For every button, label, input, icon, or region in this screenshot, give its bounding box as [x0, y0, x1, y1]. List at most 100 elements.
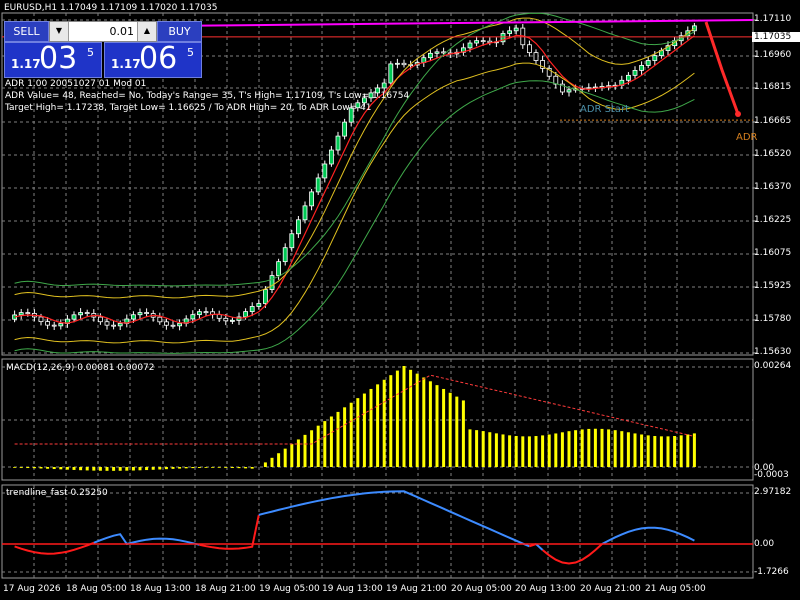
- candle-body: [249, 306, 255, 312]
- macd-histogram-bar: [211, 467, 215, 468]
- candle-body: [144, 312, 150, 314]
- chevron-down-icon[interactable]: ▼: [50, 22, 69, 41]
- macd-histogram-bar: [329, 416, 333, 467]
- adr-info-line-1: ADR 1.00 20051027 01 Mod 01: [5, 79, 147, 89]
- time-tick-label: 19 Aug 13:00: [322, 584, 383, 594]
- macd-histogram-bar: [184, 467, 188, 469]
- macd-histogram-bar: [118, 467, 122, 471]
- macd-histogram-bar: [270, 457, 274, 467]
- candle-body: [51, 324, 57, 327]
- candle-body: [645, 60, 651, 66]
- macd-label: MACD(12,26,9) 0.00081 0.00072: [6, 363, 155, 373]
- candle-body: [157, 316, 163, 323]
- candle-body: [467, 42, 473, 49]
- candle-body: [527, 44, 532, 54]
- macd-histogram-bar: [640, 434, 644, 467]
- candle-body: [342, 121, 348, 137]
- macd-histogram-bar: [356, 398, 360, 467]
- candle-body: [434, 51, 440, 54]
- macd-histogram-bar: [541, 435, 545, 467]
- trendline-label: trendline_fast 0.25250: [6, 488, 108, 498]
- candle-body: [322, 163, 328, 179]
- candle-body: [289, 233, 295, 249]
- candle-body: [190, 314, 196, 320]
- ask-price-pip: 5: [187, 46, 194, 59]
- candle-body: [229, 320, 235, 322]
- lot-size-stepper[interactable]: ▼ ▲: [49, 21, 157, 42]
- price-tick-label: 1.17035: [752, 32, 800, 42]
- candle-body: [507, 30, 513, 34]
- macd-histogram-bar: [633, 433, 637, 467]
- macd-histogram-bar: [204, 467, 208, 468]
- candle-body: [117, 323, 123, 327]
- macd-histogram-bar: [508, 435, 512, 467]
- macd-histogram-bar: [26, 467, 30, 469]
- chevron-up-icon[interactable]: ▲: [137, 22, 156, 41]
- macd-histogram-bar: [310, 430, 314, 467]
- sell-button[interactable]: SELL: [4, 21, 49, 42]
- macd-histogram-bar: [343, 407, 347, 467]
- time-tick-label: 18 Aug 21:00: [195, 584, 256, 594]
- macd-histogram-bar: [409, 369, 413, 467]
- candle-body: [626, 74, 631, 81]
- macd-histogram-bar: [13, 467, 17, 468]
- candle-body: [38, 316, 44, 323]
- ask-price-main: 06: [139, 41, 178, 76]
- macd-histogram-bar: [574, 430, 578, 467]
- candle-body: [652, 55, 658, 61]
- lot-size-input[interactable]: [70, 23, 136, 39]
- macd-histogram-bar: [620, 431, 624, 467]
- macd-histogram-bar: [382, 379, 386, 467]
- macd-histogram-bar: [52, 467, 56, 470]
- macd-histogram-bar: [197, 467, 201, 468]
- candle-body: [111, 324, 116, 327]
- buy-button[interactable]: BUY: [157, 21, 202, 42]
- price-tick-label: 1.16370: [754, 182, 792, 192]
- macd-histogram-bar: [263, 462, 267, 467]
- macd-histogram-bar: [32, 467, 36, 469]
- macd-histogram-bar: [39, 467, 43, 469]
- macd-histogram-bar: [178, 467, 182, 469]
- price-tick-label: 1.16815: [754, 82, 792, 92]
- macd-histogram-bar: [85, 467, 89, 471]
- macd-histogram-bar: [435, 385, 439, 467]
- candle-body: [315, 177, 321, 193]
- macd-histogram-bar: [92, 467, 96, 471]
- macd-histogram-bar: [105, 467, 109, 471]
- adr-info-line-2: ADR Value= 48, Reached= No, Today's Rang…: [5, 91, 410, 101]
- candle-body: [58, 323, 64, 327]
- price-tick-label: 1.16225: [754, 215, 792, 225]
- price-tick-label: 1.16665: [754, 116, 792, 126]
- price-tick-label: 1.16075: [754, 248, 792, 258]
- trendline-axis-top: 2.97182: [754, 487, 792, 497]
- candle-body: [401, 62, 407, 66]
- candle-body: [480, 40, 486, 43]
- candle-body: [309, 191, 315, 207]
- macd-histogram-bar: [19, 467, 23, 468]
- macd-histogram-bar: [98, 467, 102, 471]
- macd-histogram-bar: [422, 377, 426, 467]
- bid-price-button[interactable]: 1.17 03 5: [4, 41, 102, 78]
- time-tick-label: 19 Aug 05:00: [259, 584, 320, 594]
- candle-body: [566, 89, 572, 93]
- trendline-fast-line: [601, 526, 695, 545]
- ask-price-button[interactable]: 1.17 06 5: [104, 41, 202, 78]
- candle-body: [130, 314, 136, 320]
- bid-price-main: 03: [39, 41, 78, 76]
- macd-histogram-bar: [481, 431, 485, 467]
- candle-body: [335, 135, 341, 151]
- macd-histogram-bar: [191, 467, 195, 469]
- macd-histogram-bar: [369, 388, 373, 467]
- macd-histogram-bar: [395, 370, 399, 467]
- macd-histogram-bar: [613, 430, 617, 467]
- macd-histogram-bar: [428, 381, 432, 467]
- macd-histogram-bar: [244, 467, 248, 469]
- macd-histogram-bar: [501, 434, 505, 467]
- bid-price-prefix: 1.17: [11, 57, 41, 71]
- candle-body: [137, 312, 143, 316]
- candle-body: [203, 311, 209, 314]
- time-tick-label: 19 Aug 21:00: [386, 584, 447, 594]
- time-tick-label: 21 Aug 05:00: [645, 584, 706, 594]
- macd-histogram-bar: [521, 436, 525, 467]
- candle-body: [269, 275, 275, 290]
